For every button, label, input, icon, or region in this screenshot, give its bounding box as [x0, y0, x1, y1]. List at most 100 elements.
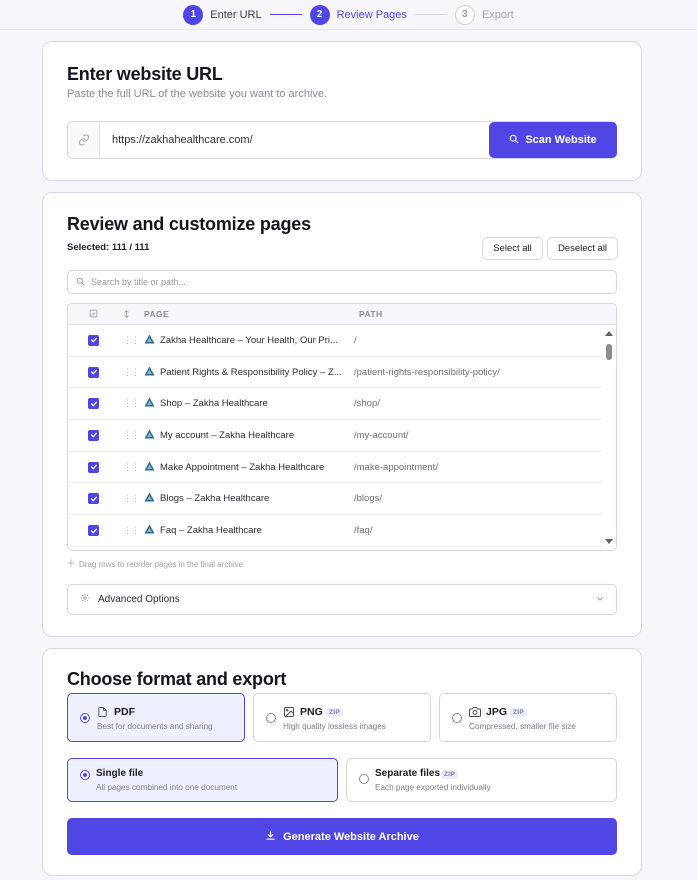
- row-page-path: /my-account/: [354, 429, 409, 441]
- step-connector: [414, 14, 447, 15]
- drag-handle-icon[interactable]: ⋮⋮: [123, 335, 140, 346]
- row-page-title: Patient Rights & Responsibility Policy –…: [160, 366, 342, 378]
- format-description: Compressed, smaller file size: [469, 722, 576, 731]
- pages-table: PAGE PATH ⋮⋮ Zakha Healthcare – Your Heal…: [67, 303, 617, 551]
- generate-archive-button[interactable]: Generate Website Archive: [67, 818, 617, 855]
- format-radio[interactable]: [266, 713, 276, 723]
- step-label: Enter URL: [210, 8, 262, 21]
- mode-option-single-file[interactable]: Single file All pages combined into one …: [67, 758, 338, 802]
- generate-archive-label: Generate Website Archive: [283, 830, 419, 843]
- search-icon: [509, 134, 519, 147]
- row-checkbox[interactable]: [88, 366, 99, 378]
- mode-radio[interactable]: [80, 770, 90, 780]
- row-page-path: /make-appointment/: [354, 461, 438, 473]
- move-icon: [67, 559, 75, 569]
- mode-description: All pages combined into one document: [96, 783, 238, 792]
- drag-handle-icon[interactable]: ⋮⋮: [123, 525, 140, 536]
- format-name: JPG: [486, 706, 508, 718]
- format-radio[interactable]: [80, 713, 90, 723]
- selected-count: Selected: 111 / 111: [67, 242, 150, 253]
- mode-description: Each page exported individually: [375, 783, 491, 792]
- format-option-pdf[interactable]: PDF Best for documents and sharing: [67, 693, 245, 742]
- format-option-jpg[interactable]: JPG ZIP Compressed, smaller file size: [439, 693, 617, 742]
- row-checkbox[interactable]: [88, 525, 99, 537]
- url-input-group: https://zakhahealthcare.com/ Scan Websit…: [67, 121, 617, 159]
- row-page-title: Shop – Zakha Healthcare: [160, 398, 268, 410]
- zip-badge: ZIP: [326, 708, 344, 717]
- url-input[interactable]: https://zakhahealthcare.com/: [100, 134, 489, 146]
- row-checkbox[interactable]: [88, 461, 99, 473]
- table-row[interactable]: ⋮⋮ Make Appointment – Zakha Healthcare/ma…: [68, 452, 602, 484]
- step-review-pages[interactable]: 2 Review Pages: [309, 4, 407, 25]
- zip-badge: ZIP: [510, 708, 528, 717]
- scan-website-button[interactable]: Scan Website: [489, 122, 617, 158]
- drag-hint: Drag rows to reorder pages in the final …: [67, 559, 243, 569]
- row-page-title: Blogs – Zakha Healthcare: [160, 493, 270, 505]
- table-row[interactable]: ⋮⋮ Blogs – Zakha Healthcare/blogs/: [68, 484, 602, 516]
- format-description: High quality lossless images: [283, 722, 386, 731]
- search-placeholder: Search by title or path...: [91, 277, 187, 287]
- export-card: Choose format and export PDF Best for do…: [42, 648, 642, 876]
- table-header: PAGE PATH: [68, 304, 616, 325]
- step-enter-url[interactable]: 1 Enter URL: [183, 4, 262, 25]
- row-page-path: /patient-rights-responsibility-policy/: [354, 366, 500, 378]
- stepper: 1 Enter URL 2 Review Pages 3 Export: [0, 0, 697, 30]
- row-checkbox[interactable]: [88, 398, 99, 410]
- site-logo-icon: [144, 461, 155, 474]
- table-scrollbar[interactable]: [602, 326, 616, 550]
- row-page-title: Make Appointment – Zakha Healthcare: [160, 461, 325, 473]
- url-card-subtitle: Paste the full URL of the website you wa…: [67, 88, 328, 100]
- export-card-title: Choose format and export: [67, 669, 287, 689]
- step-number: 3: [454, 4, 475, 25]
- site-logo-icon: [144, 429, 155, 442]
- mode-name: Single file: [96, 768, 144, 779]
- image-icon: [283, 705, 295, 723]
- advanced-options-label: Advanced Options: [98, 594, 180, 605]
- table-row[interactable]: ⋮⋮ Shop – Zakha Healthcare/shop/: [68, 388, 602, 421]
- format-description: Best for documents and sharing: [97, 722, 213, 731]
- step-number: 1: [183, 4, 204, 25]
- drag-hint-text: Drag rows to reorder pages in the final …: [79, 559, 244, 569]
- row-checkbox[interactable]: [88, 429, 99, 441]
- column-header-path: PATH: [359, 309, 383, 319]
- row-page-path: /shop/: [354, 398, 380, 410]
- step-export[interactable]: 3 Export: [454, 4, 514, 25]
- row-page-title: Faq – Zakha Healthcare: [160, 525, 262, 537]
- column-header-page: PAGE: [144, 309, 170, 319]
- drag-handle-icon[interactable]: ⋮⋮: [123, 493, 140, 504]
- advanced-options-toggle[interactable]: Advanced Options: [67, 584, 617, 615]
- url-card: Enter website URL Paste the full URL of …: [42, 41, 642, 181]
- table-row[interactable]: ⋮⋮ Zakha Healthcare – Your Health, Our Pr…: [68, 325, 602, 357]
- document-icon: [97, 705, 108, 723]
- step-connector: [269, 14, 302, 15]
- search-icon: [76, 277, 85, 288]
- table-row[interactable]: ⋮⋮ My account – Zakha Healthcare/my-accou…: [68, 420, 602, 452]
- format-radio[interactable]: [452, 713, 462, 723]
- scan-website-label: Scan Website: [525, 134, 597, 146]
- format-name: PDF: [114, 706, 135, 718]
- row-page-path: /faq/: [354, 525, 373, 537]
- drag-handle-icon[interactable]: ⋮⋮: [123, 462, 140, 473]
- select-all-button[interactable]: Select all: [482, 237, 543, 260]
- row-checkbox[interactable]: [88, 334, 99, 346]
- mode-radio[interactable]: [359, 774, 369, 784]
- drag-handle-icon[interactable]: ⋮⋮: [123, 430, 140, 441]
- url-card-title: Enter website URL: [67, 64, 223, 84]
- row-page-path: /: [354, 334, 357, 346]
- deselect-all-button[interactable]: Deselect all: [547, 237, 618, 260]
- row-checkbox[interactable]: [88, 493, 99, 505]
- link-icon: [68, 122, 100, 158]
- gear-icon: [80, 593, 90, 606]
- row-page-title: Zakha Healthcare – Your Health, Our Pri.…: [160, 334, 338, 346]
- table-row[interactable]: ⋮⋮ Faq – Zakha Healthcare/faq/: [68, 515, 602, 547]
- chevron-down-icon: [596, 595, 604, 606]
- header-checkbox-icon[interactable]: [89, 309, 98, 320]
- table-row[interactable]: ⋮⋮ Patient Rights & Responsibility Policy…: [68, 357, 602, 389]
- step-label: Export: [481, 8, 514, 21]
- page-search-field[interactable]: Search by title or path...: [67, 270, 617, 294]
- format-option-png[interactable]: PNG ZIP High quality lossless images: [253, 693, 431, 742]
- mode-option-separate-files[interactable]: Separate files ZIP Each page exported in…: [346, 758, 617, 802]
- drag-handle-icon[interactable]: ⋮⋮: [123, 367, 140, 378]
- row-page-title: My account – Zakha Healthcare: [160, 429, 295, 441]
- drag-handle-icon[interactable]: ⋮⋮: [123, 398, 140, 409]
